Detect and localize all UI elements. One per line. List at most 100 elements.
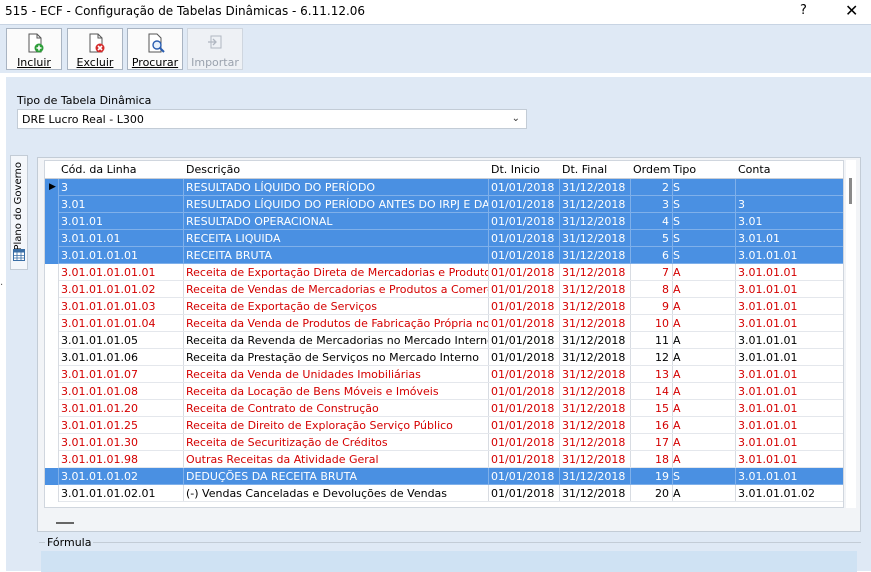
chevron-down-icon[interactable]: ⌄	[512, 113, 520, 124]
column-separator	[183, 400, 184, 417]
column-separator	[488, 213, 489, 230]
cell-conta: 3.01.01.01	[738, 249, 798, 262]
table-row[interactable]: 3.01.01.01.20 Receita de Contrato de Cons…	[45, 400, 843, 417]
column-separator	[630, 366, 631, 383]
col-dt-inicio[interactable]: Dt. Inicio	[491, 163, 540, 176]
column-separator	[735, 400, 736, 417]
tab-plano-do-governo[interactable]: Plano do Governo	[10, 155, 28, 270]
formula-field[interactable]	[41, 551, 857, 572]
cell-ordem: 5	[662, 232, 669, 245]
cell-desc: (-) Vendas Canceladas e Devoluções de Ve…	[186, 487, 448, 500]
help-button[interactable]: ?	[800, 3, 807, 18]
cell-tipo: A	[673, 334, 681, 347]
column-separator	[559, 417, 560, 434]
column-separator	[630, 196, 631, 213]
table-row[interactable]: 3.01.01.01.08 Receita da Locação de Bens …	[45, 383, 843, 400]
column-separator	[630, 383, 631, 400]
splitter-handle[interactable]	[56, 522, 74, 524]
cell-ordem: 20	[655, 487, 669, 500]
tipo-tabela-value: DRE Lucro Real - L300	[22, 113, 144, 126]
cell-fim: 31/12/2018	[562, 283, 626, 296]
cell-cod: 3.01.01.01	[61, 232, 121, 245]
left-edge-mark: ·	[0, 280, 4, 291]
table-row[interactable]: 3.01.01.01.01.03 Receita de Exportação de…	[45, 298, 843, 315]
table-row[interactable]: 3.01.01.01.05 Receita da Revenda de Merca…	[45, 332, 843, 349]
column-separator	[183, 298, 184, 315]
column-separator	[735, 281, 736, 298]
cell-ini: 01/01/2018	[491, 181, 555, 194]
add-document-icon	[28, 33, 44, 53]
column-separator	[559, 366, 560, 383]
cell-fim: 31/12/2018	[562, 368, 626, 381]
col-cod-linha[interactable]: Cód. da Linha	[61, 163, 136, 176]
column-separator	[183, 247, 184, 264]
column-separator	[559, 264, 560, 281]
table-row[interactable]: 3.01.01.01.01.04 Receita da Venda de Prod…	[45, 315, 843, 332]
col-descricao[interactable]: Descrição	[186, 163, 240, 176]
table-row[interactable]: 3.01.01.01.07 Receita da Venda de Unidade…	[45, 366, 843, 383]
table-row[interactable]: 3.01.01.01.01 RECEITA BRUTA 01/01/2018 31/1…	[45, 247, 843, 264]
cell-desc: Receita de Vendas de Mercadorias e Produ…	[186, 283, 488, 296]
cell-ini: 01/01/2018	[491, 215, 555, 228]
col-tipo[interactable]: Tipo	[673, 163, 696, 176]
cell-desc: Receita de Direito de Exploração Serviço…	[186, 419, 453, 432]
cell-tipo: A	[673, 402, 681, 415]
column-separator	[488, 366, 489, 383]
table-row[interactable]: 3.01.01.01.01.01 Receita de Exportação Di…	[45, 264, 843, 281]
cell-cod: 3.01.01	[61, 215, 103, 228]
column-separator	[183, 264, 184, 281]
column-separator	[630, 417, 631, 434]
column-separator	[735, 230, 736, 247]
cell-ordem: 17	[655, 436, 669, 449]
column-separator	[630, 315, 631, 332]
excluir-button[interactable]: Excluir	[67, 28, 123, 70]
table-row[interactable]: 3.01 RESULTADO LÍQUIDO DO PERÍODO ANTES D…	[45, 196, 843, 213]
cell-tipo: A	[673, 266, 681, 279]
table-row[interactable]: 3.01.01.01.02.01 (-) Vendas Canceladas e …	[45, 485, 843, 502]
procurar-button[interactable]: Procurar	[127, 28, 183, 70]
column-separator	[183, 349, 184, 366]
table-row[interactable]: 3.01.01.01.06 Receita da Prestação de Ser…	[45, 349, 843, 366]
tipo-tabela-select[interactable]: DRE Lucro Real - L300 ⌄	[17, 109, 527, 129]
cell-desc: Receita de Contrato de Construção	[186, 402, 379, 415]
vertical-scrollbar[interactable]	[846, 160, 856, 508]
column-separator	[488, 281, 489, 298]
table-row[interactable]: ▶ 3 RESULTADO LÍQUIDO DO PERÍODO 01/01/2018…	[45, 179, 843, 196]
col-dt-final[interactable]: Dt. Final	[562, 163, 607, 176]
cell-ordem: 7	[662, 266, 669, 279]
cell-ordem: 15	[655, 402, 669, 415]
table-row[interactable]: 3.01.01.01 RECEITA LIQUIDA 01/01/2018 31/12…	[45, 230, 843, 247]
cell-cod: 3.01.01.01.01.04	[61, 317, 156, 330]
col-ordem[interactable]: Ordem	[633, 163, 670, 176]
table-row[interactable]: 3.01.01.01.01.02 Receita de Vendas de Mer…	[45, 281, 843, 298]
table-row[interactable]: 3.01.01.01.02 DEDUÇÕES DA RECEITA BRUTA 01…	[45, 468, 843, 485]
scrollbar-thumb[interactable]	[849, 178, 852, 204]
close-button[interactable]: ✕	[845, 1, 858, 20]
importar-button[interactable]: Importar	[187, 28, 243, 70]
column-separator	[630, 230, 631, 247]
column-separator	[58, 332, 59, 349]
column-separator	[630, 264, 631, 281]
cell-ini: 01/01/2018	[491, 351, 555, 364]
cell-ordem: 11	[655, 334, 669, 347]
incluir-button[interactable]: Incluir	[6, 28, 62, 70]
cell-conta: 3	[738, 198, 745, 211]
cell-conta	[738, 181, 838, 195]
cell-fim: 31/12/2018	[562, 487, 626, 500]
cell-cod: 3.01.01.01.05	[61, 334, 138, 347]
cell-fim: 31/12/2018	[562, 470, 626, 483]
table-row[interactable]: 3.01.01.01.30 Receita de Securitização de…	[45, 434, 843, 451]
column-separator	[488, 230, 489, 247]
grid-header: Cód. da Linha Descrição Dt. Inicio Dt. F…	[45, 161, 843, 179]
column-separator	[735, 179, 736, 196]
procurar-label: Procurar	[131, 56, 179, 69]
column-separator	[559, 434, 560, 451]
grid-panel: Cód. da Linha Descrição Dt. Inicio Dt. F…	[37, 157, 861, 532]
column-separator	[58, 179, 59, 196]
table-row[interactable]: 3.01.01 RESULTADO OPERACIONAL 01/01/2018 31…	[45, 213, 843, 230]
col-conta[interactable]: Conta	[738, 163, 770, 176]
cell-desc: Receita da Prestação de Serviços no Merc…	[186, 351, 479, 364]
table-row[interactable]: 3.01.01.01.25 Receita de Direito de Explo…	[45, 417, 843, 434]
cell-cod: 3.01.01.01.30	[61, 436, 138, 449]
table-row[interactable]: 3.01.01.01.98 Outras Receitas da Atividad…	[45, 451, 843, 468]
